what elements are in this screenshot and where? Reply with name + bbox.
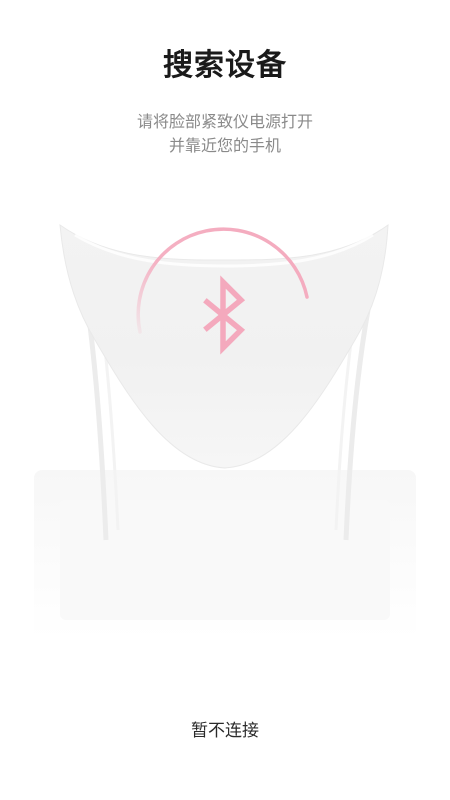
search-device-screen: 搜索设备 请将脸部紧致仪电源打开 并靠近您的手机 暂不连接 <box>0 0 450 800</box>
instructions-line-2: 并靠近您的手机 <box>168 136 281 155</box>
device-base-shape <box>34 470 416 640</box>
instructions-text: 请将脸部紧致仪电源打开 并靠近您的手机 <box>0 110 450 158</box>
instructions-line-1: 请将脸部紧致仪电源打开 <box>136 112 313 131</box>
device-illustration <box>34 223 416 640</box>
page-title: 搜索设备 <box>163 48 287 83</box>
skip-connection-button[interactable]: 暂不连接 <box>0 716 450 741</box>
